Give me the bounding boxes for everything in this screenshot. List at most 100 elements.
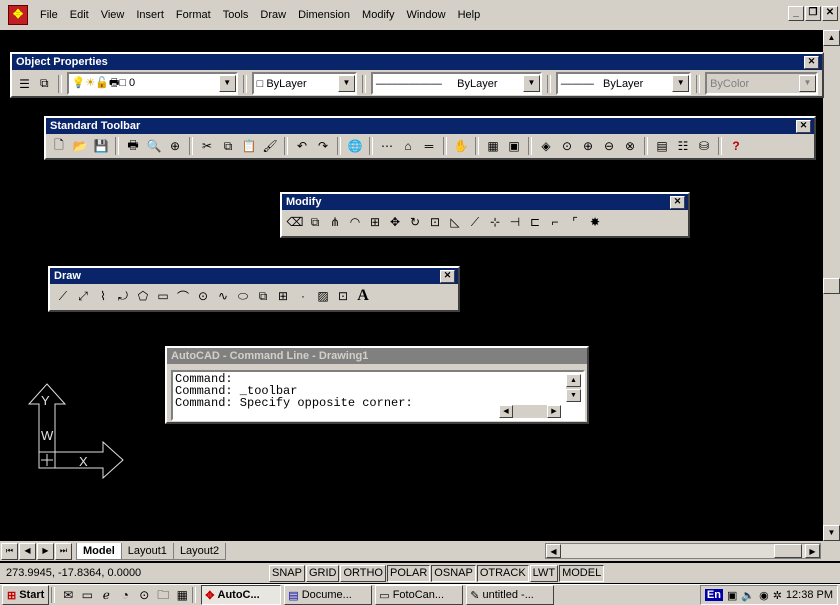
- stretch-icon[interactable]: ◺: [446, 213, 464, 231]
- modify-toolbar-title[interactable]: Modify ✕: [282, 194, 688, 210]
- object-properties-title[interactable]: Object Properties ✕: [12, 54, 822, 70]
- close-icon[interactable]: ✕: [804, 56, 819, 69]
- distance-icon[interactable]: ═: [420, 137, 438, 155]
- internet-explorer-icon[interactable]: ℯ: [98, 587, 114, 603]
- volume-icon[interactable]: 🔈: [741, 589, 755, 602]
- lineweight-dropdown[interactable]: ――― ByLayer ▼: [555, 72, 692, 95]
- region-icon[interactable]: ⊡: [334, 287, 352, 305]
- chevron-down-icon[interactable]: ▼: [337, 75, 355, 92]
- move-icon[interactable]: ✥: [386, 213, 404, 231]
- command-hscrollbar[interactable]: ◀ ▶: [499, 405, 561, 418]
- pan-realtime-icon[interactable]: ✋: [452, 137, 470, 155]
- scroll-left-button[interactable]: ◀: [499, 405, 513, 418]
- close-icon[interactable]: ✕: [440, 270, 455, 283]
- grid-toggle[interactable]: GRID: [305, 564, 340, 582]
- copy-icon[interactable]: ⧉: [219, 137, 237, 155]
- menu-edit[interactable]: Edit: [64, 9, 95, 21]
- tab-layout1[interactable]: Layout1: [120, 542, 174, 560]
- publish-icon[interactable]: ⊕: [166, 137, 184, 155]
- tray-app-icon[interactable]: ◉: [759, 589, 769, 602]
- menu-format[interactable]: Format: [170, 9, 217, 21]
- scroll-up-button[interactable]: ▲: [823, 30, 840, 46]
- scroll-down-button[interactable]: ▼: [823, 525, 840, 541]
- task-autocad[interactable]: ✥ AutoC...: [201, 585, 282, 605]
- first-tab-button[interactable]: ⏮: [1, 542, 18, 560]
- snap-toggle[interactable]: SNAP: [269, 564, 305, 582]
- command-line-title[interactable]: AutoCAD - Command Line - Drawing1: [167, 348, 587, 364]
- menu-dimension[interactable]: Dimension: [292, 9, 356, 21]
- zoom-realtime-icon[interactable]: ⊙: [558, 137, 576, 155]
- fillet-icon[interactable]: ⌜: [566, 213, 584, 231]
- undo-icon[interactable]: ↶: [293, 137, 311, 155]
- menu-modify[interactable]: Modify: [356, 9, 400, 21]
- layer-dropdown[interactable]: 💡☀🔓🖶□ 0 ▼: [66, 72, 238, 95]
- media-icon[interactable]: ◔: [117, 587, 133, 603]
- zoom-previous-icon[interactable]: ⊖: [600, 137, 618, 155]
- chevron-down-icon[interactable]: ▼: [522, 75, 540, 92]
- properties-icon[interactable]: ▤: [653, 137, 671, 155]
- insert-block-icon[interactable]: ⧉: [254, 287, 272, 305]
- scroll-thumb[interactable]: [774, 544, 802, 558]
- color-dropdown[interactable]: □ ByLayer ▼: [251, 72, 357, 95]
- scroll-left-button[interactable]: ◀: [546, 544, 561, 558]
- 3d-polyline-icon[interactable]: ⤾: [114, 287, 132, 305]
- autocad-app-icon[interactable]: ✥: [8, 5, 28, 25]
- offset-icon[interactable]: ◠: [346, 213, 364, 231]
- multiline-text-icon[interactable]: A: [354, 287, 372, 305]
- arc-icon[interactable]: ⌒: [174, 287, 192, 305]
- save-icon[interactable]: 💾: [92, 137, 110, 155]
- new-file-icon[interactable]: 🗋: [50, 137, 68, 155]
- restore-button[interactable]: ❐: [805, 6, 821, 21]
- menu-tools[interactable]: Tools: [217, 9, 255, 21]
- tracking-icon[interactable]: ⋯: [378, 137, 396, 155]
- trim-icon[interactable]: ⊹: [486, 213, 504, 231]
- otrack-toggle[interactable]: OTRACK: [476, 564, 529, 582]
- command-scrollbar[interactable]: ▲ ▼: [566, 374, 581, 402]
- scroll-right-button[interactable]: ▶: [805, 544, 820, 558]
- minimize-button[interactable]: _: [788, 6, 804, 21]
- dbconnect-icon[interactable]: ⛁: [695, 137, 713, 155]
- osnap-toggle[interactable]: OSNAP: [431, 564, 476, 582]
- horizontal-scrollbar[interactable]: ◀ ▶: [545, 543, 821, 559]
- break-icon[interactable]: ⊏: [526, 213, 544, 231]
- lengthen-icon[interactable]: ⟋: [466, 213, 484, 231]
- ucs-icon[interactable]: ⌂: [399, 137, 417, 155]
- menu-draw[interactable]: Draw: [254, 9, 292, 21]
- layers-icon[interactable]: ⧉: [36, 75, 53, 93]
- folder-icon[interactable]: 🗀: [155, 587, 171, 603]
- hyperlink-icon[interactable]: 🌐: [346, 137, 364, 155]
- model-toggle[interactable]: MODEL: [559, 564, 605, 582]
- help-icon[interactable]: ?: [727, 137, 745, 155]
- draw-toolbar-title[interactable]: Draw ✕: [50, 268, 458, 284]
- cut-icon[interactable]: ✂: [198, 137, 216, 155]
- orbit-icon[interactable]: ◈: [537, 137, 555, 155]
- vertical-scrollbar[interactable]: ▲ ▼: [823, 30, 840, 541]
- ortho-toggle[interactable]: ORTHO: [340, 564, 386, 582]
- start-button[interactable]: ⊞ Start: [2, 585, 50, 605]
- polygon-icon[interactable]: ⬠: [134, 287, 152, 305]
- match-properties-icon[interactable]: 🖌: [261, 137, 279, 155]
- command-history[interactable]: Command: Command: _toolbar Command: Spec…: [171, 370, 585, 421]
- scroll-down-button[interactable]: ▼: [566, 389, 581, 402]
- outlook-icon[interactable]: ✉: [60, 587, 76, 603]
- explode-icon[interactable]: ✸: [586, 213, 604, 231]
- ellipse-icon[interactable]: ⬭: [234, 287, 252, 305]
- copy-object-icon[interactable]: ⧉: [306, 213, 324, 231]
- menu-window[interactable]: Window: [400, 9, 451, 21]
- task-document[interactable]: ▤ Docume...: [284, 585, 373, 605]
- close-icon[interactable]: ✕: [670, 196, 685, 209]
- menu-help[interactable]: Help: [452, 9, 487, 21]
- scroll-right-button[interactable]: ▶: [547, 405, 561, 418]
- last-tab-button[interactable]: ⏭: [55, 542, 72, 560]
- extend-icon[interactable]: ⊣: [506, 213, 524, 231]
- named-views-icon[interactable]: ▣: [505, 137, 523, 155]
- task-untitled[interactable]: ✎ untitled -...: [466, 585, 555, 605]
- line-icon[interactable]: ⟋: [54, 287, 72, 305]
- design-center-icon[interactable]: ☷: [674, 137, 692, 155]
- redo-icon[interactable]: ↷: [314, 137, 332, 155]
- menu-file[interactable]: File: [34, 9, 64, 21]
- lwt-toggle[interactable]: LWT: [529, 564, 559, 582]
- browser-icon[interactable]: ⊙: [136, 587, 152, 603]
- close-button[interactable]: ✕: [822, 6, 838, 21]
- language-indicator[interactable]: En: [704, 589, 723, 601]
